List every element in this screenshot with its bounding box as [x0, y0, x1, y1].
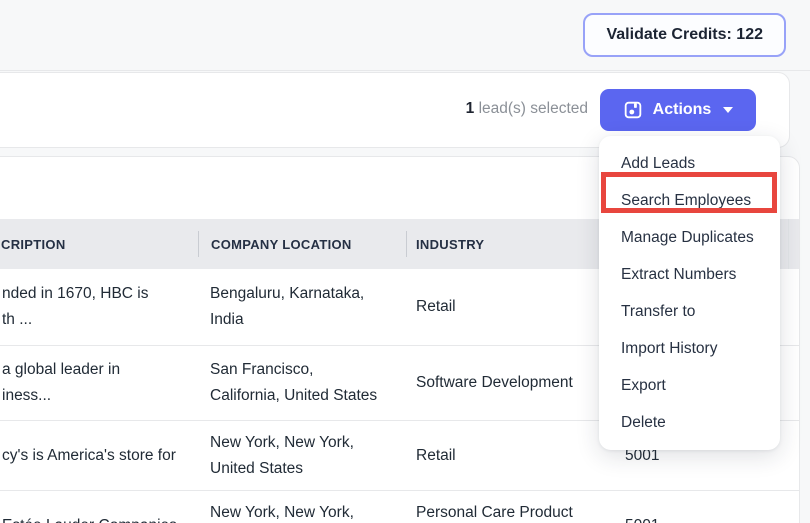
- menu-item-manage-duplicates[interactable]: Manage Duplicates: [599, 219, 780, 256]
- menu-item-search-employees[interactable]: Search Employees: [599, 182, 780, 219]
- cell-company-location: New York, New York, United States: [210, 421, 400, 490]
- column-header-industry: INDUSTRY: [416, 237, 484, 252]
- menu-item-import-history[interactable]: Import History: [599, 330, 780, 367]
- selected-leads-text: 1 lead(s) selected: [466, 100, 588, 118]
- cell-industry: Retail: [416, 421, 601, 490]
- cell-industry: Retail: [416, 269, 601, 345]
- menu-item-transfer-to[interactable]: Transfer to: [599, 293, 780, 330]
- menu-item-delete[interactable]: Delete: [599, 404, 780, 441]
- cell-company-location: San Francisco, California, United States: [210, 346, 400, 420]
- cell-description: a global leader in iness...: [2, 346, 197, 420]
- selected-label: lead(s) selected: [474, 100, 588, 117]
- cell-industry: Personal Care Product Manufacturing: [416, 491, 601, 523]
- cell-company-location: New York, New York, United States: [210, 491, 400, 523]
- table-row[interactable]: Estée Lauder Companies New York, New Yor…: [0, 491, 800, 523]
- save-icon: [623, 100, 643, 120]
- actions-button[interactable]: Actions: [600, 89, 756, 131]
- validate-credits-button[interactable]: Validate Credits: 122: [583, 13, 786, 57]
- actions-dropdown-menu: Add Leads Search Employees Manage Duplic…: [599, 136, 780, 450]
- column-divider: [406, 231, 407, 257]
- column-divider: [198, 231, 199, 257]
- menu-item-export[interactable]: Export: [599, 367, 780, 404]
- screen: Validate Credits: 122 1 lead(s) selected…: [0, 0, 810, 523]
- caret-down-icon: [723, 107, 733, 113]
- column-header-description: CRIPTION: [1, 237, 66, 252]
- cell-company-location: Bengaluru, Karnataka, India: [210, 269, 400, 345]
- top-bar: Validate Credits: 122: [0, 0, 810, 71]
- menu-item-extract-numbers[interactable]: Extract Numbers: [599, 256, 780, 293]
- cell-description: cy's is America's store for: [2, 421, 197, 490]
- cell-industry: Software Development: [416, 346, 601, 420]
- selected-count: 1: [466, 100, 475, 117]
- menu-item-add-leads[interactable]: Add Leads: [599, 145, 780, 182]
- cell-description: nded in 1670, HBC is th ...: [2, 269, 197, 345]
- cell-description: Estée Lauder Companies: [2, 491, 197, 523]
- column-header-company-location: COMPANY LOCATION: [211, 237, 352, 252]
- cell-employees: 5001: [625, 491, 705, 523]
- actions-button-label: Actions: [653, 101, 712, 119]
